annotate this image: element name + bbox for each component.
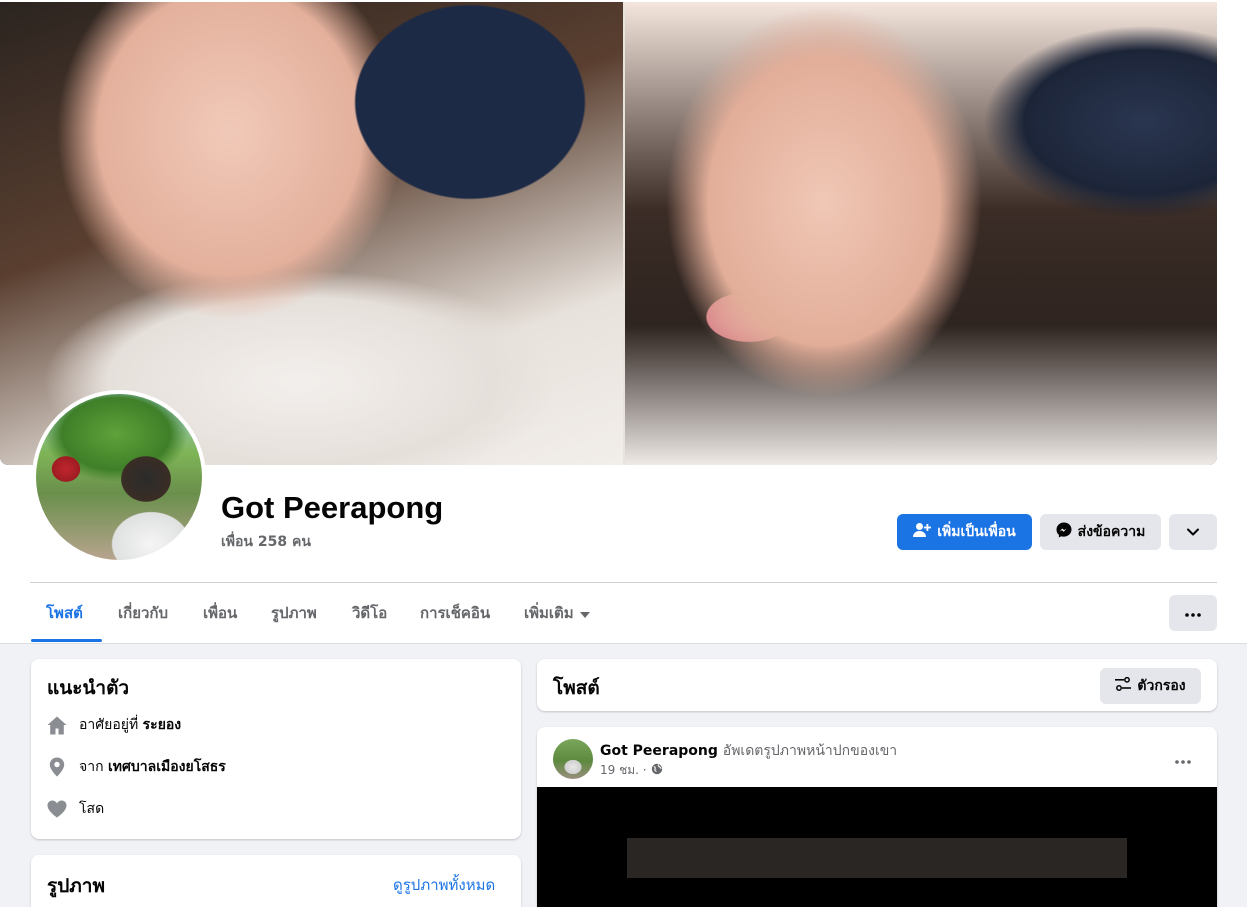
post-author-name[interactable]: Got Peerapong [600, 743, 718, 759]
profile-more-button[interactable] [1169, 595, 1217, 631]
tabs-separator [30, 582, 1217, 583]
profile-avatar[interactable] [36, 394, 202, 560]
more-dots-icon [1175, 748, 1191, 769]
friend-count[interactable]: เพื่อน 258 คน [221, 531, 311, 553]
active-tab-indicator [31, 639, 102, 642]
intro-relationship-value: โสด [79, 801, 105, 817]
filter-label: ตัวกรอง [1137, 678, 1186, 694]
intro-from-value[interactable]: เทศบาลเมืองยโสธร [108, 759, 226, 775]
tab-photos[interactable]: รูปภาพ [271, 598, 317, 628]
add-friend-label: เพิ่มเป็นเพื่อน [937, 524, 1016, 540]
post-card: Got Peerapong อัพเดตรูปภาพหน้าปกของเขา 1… [537, 727, 1217, 907]
tab-posts[interactable]: โพสต์ [46, 598, 83, 628]
globe-icon [651, 763, 663, 778]
intro-from: จาก เทศบาลเมืองยโสธร [47, 756, 226, 778]
post-timestamp[interactable]: 19 ชม. · [600, 761, 647, 780]
profile-name: Got Peerapong [221, 490, 444, 525]
cover-photo-right [624, 2, 1217, 465]
photos-card: รูปภาพ ดูรูปภาพทั้งหมด [31, 855, 521, 907]
intro-title: แนะนำตัว [47, 677, 130, 699]
posts-title: โพสต์ [553, 677, 600, 699]
post-meta: 19 ชม. · [600, 761, 663, 780]
tab-friends[interactable]: เพื่อน [203, 598, 237, 628]
more-dots-icon [1185, 605, 1201, 621]
add-friend-icon [913, 522, 932, 542]
photos-title: รูปภาพ [47, 875, 105, 897]
post-author-avatar[interactable] [553, 739, 593, 779]
intro-lives-value[interactable]: ระยอง [143, 717, 182, 733]
heart-icon [47, 799, 67, 819]
add-friend-button[interactable]: เพิ่มเป็นเพื่อน [897, 514, 1032, 550]
intro-card: แนะนำตัว อาศัยอยู่ที่ ระยอง จาก เทศบาลเม… [31, 659, 521, 839]
intro-relationship: โสด [47, 798, 104, 820]
post-action-text: อัพเดตรูปภาพหน้าปกของเขา [722, 743, 898, 759]
location-pin-icon [47, 757, 67, 777]
post-header-text: Got Peerapong อัพเดตรูปภาพหน้าปกของเขา [600, 740, 897, 762]
see-all-photos-link[interactable]: ดูรูปภาพทั้งหมด [393, 873, 495, 897]
home-icon [47, 715, 67, 735]
intro-from-prefix: จาก [79, 759, 104, 775]
message-label: ส่งข้อความ [1077, 524, 1146, 540]
caret-down-icon [579, 604, 590, 622]
post-options-button[interactable] [1165, 740, 1201, 776]
tab-checkins[interactable]: การเช็คอิน [420, 598, 490, 628]
tab-about[interactable]: เกี่ยวกับ [118, 598, 168, 628]
cover-photo[interactable] [0, 2, 1217, 465]
chevron-down-icon [1187, 524, 1199, 540]
profile-header: Got Peerapong เพื่อน 258 คน เพิ่มเป็นเพื… [0, 0, 1247, 644]
cover-divider [623, 2, 625, 465]
tab-more[interactable]: เพิ่มเติม [524, 598, 590, 628]
more-options-button[interactable] [1169, 514, 1217, 550]
message-button[interactable]: ส่งข้อความ [1040, 514, 1161, 550]
tab-more-label: เพิ่มเติม [524, 604, 574, 622]
filter-button[interactable]: ตัวกรอง [1100, 668, 1201, 704]
tab-videos[interactable]: วิดีโอ [352, 598, 387, 628]
posts-header-card: โพสต์ ตัวกรอง [537, 659, 1217, 711]
intro-lives: อาศัยอยู่ที่ ระยอง [47, 714, 181, 736]
profile-avatar-frame[interactable] [32, 390, 206, 564]
intro-lives-prefix: อาศัยอยู่ที่ [79, 717, 139, 733]
messenger-icon [1056, 522, 1072, 542]
filter-icon [1115, 676, 1132, 695]
post-media-photo [627, 838, 1127, 878]
